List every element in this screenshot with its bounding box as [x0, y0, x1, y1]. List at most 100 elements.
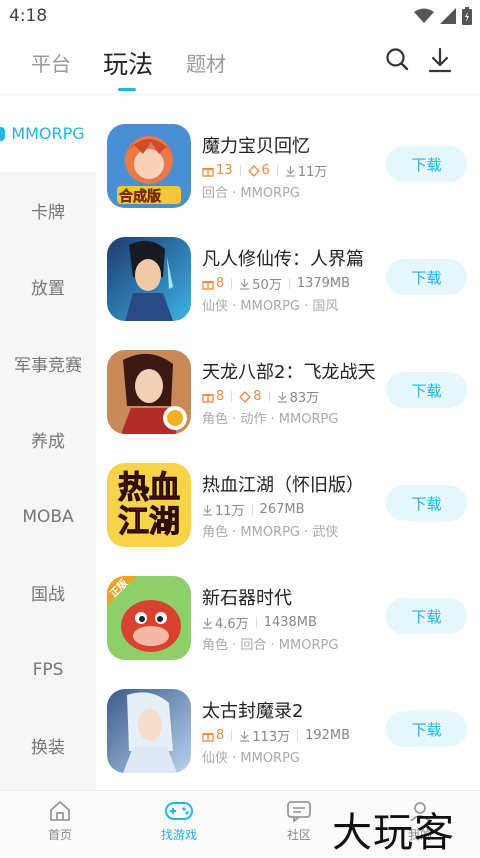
- chat-icon: [287, 801, 311, 823]
- game-tags: 仙侠 · MMORPG: [202, 751, 301, 766]
- game-cover: [107, 689, 191, 773]
- meta-divider: [239, 165, 241, 176]
- download-button[interactable]: 下载: [386, 146, 467, 182]
- game-title: 凡人修仙传：人界篇: [202, 249, 364, 270]
- file-size: 267MB: [259, 502, 305, 517]
- game-meta: 8 8 83万: [202, 387, 319, 406]
- nav-community[interactable]: 社区: [259, 799, 339, 843]
- watermark-logo: 大玩客: [332, 810, 455, 856]
- game-cover: [107, 237, 191, 321]
- download-count: 113万: [252, 730, 291, 745]
- game-meta: 8 50万 1379MB: [202, 274, 350, 293]
- download-button[interactable]: 下载: [386, 598, 467, 634]
- category-label: 换装: [31, 738, 65, 758]
- game-cover: 合成版: [107, 124, 191, 208]
- game-cover: 热血江湖: [107, 463, 191, 547]
- category-mmorpg[interactable]: MMORPG: [0, 95, 96, 172]
- gift-icon: [202, 732, 214, 742]
- download-count-icon: [203, 617, 212, 629]
- file-size: 1438MB: [263, 615, 317, 630]
- file-size: 192MB: [305, 728, 351, 743]
- gift-icon: [202, 280, 214, 290]
- meta-divider: [255, 617, 257, 628]
- game-meta: 4.6万 1438MB: [202, 613, 317, 632]
- game-row[interactable]: 热血江湖 热血江湖（怀旧版） 11万 267MB 角色 · MMORPG · 武…: [107, 463, 480, 559]
- gift-count: 8: [202, 276, 224, 291]
- category-dressup[interactable]: 换装: [0, 707, 96, 784]
- category-label: 养成: [31, 432, 65, 452]
- download-button[interactable]: 下载: [386, 485, 467, 521]
- download-count: 83万: [289, 391, 320, 406]
- category-label: FPS: [32, 659, 64, 680]
- coupon-icon: [247, 164, 260, 177]
- category-nation-war[interactable]: 国战: [0, 554, 96, 631]
- tab-platform[interactable]: 平台: [31, 48, 71, 77]
- meta-divider: [231, 730, 233, 741]
- category-military[interactable]: 军事竞赛: [0, 325, 96, 402]
- download-button[interactable]: 下载: [386, 372, 467, 408]
- wifi-icon: [414, 8, 434, 23]
- download-count-icon: [240, 730, 250, 742]
- top-nav: 平台 玩法 题材: [0, 32, 480, 95]
- coupon-count: 6: [247, 163, 270, 178]
- category-idle[interactable]: 放置: [0, 248, 96, 325]
- meta-divider: [251, 504, 253, 515]
- nav-label: 社区: [286, 828, 311, 842]
- game-cover: 正版: [107, 576, 191, 660]
- tab-indicator: [118, 88, 136, 91]
- tab-theme[interactable]: 题材: [186, 48, 226, 77]
- file-size: 1379MB: [296, 276, 351, 291]
- download-count: 4.6万: [215, 617, 249, 632]
- download-count-icon: [285, 165, 295, 177]
- game-title: 魔力宝贝回忆: [202, 136, 310, 157]
- meta-divider: [268, 391, 270, 402]
- tab-gameplay[interactable]: 玩法: [103, 45, 153, 81]
- search-icon[interactable]: [385, 47, 409, 71]
- category-label: 放置: [31, 279, 65, 299]
- game-row[interactable]: 合成版 魔力宝贝回忆 13 6 11万 回合 · MMORPG 下载: [107, 124, 480, 220]
- gamepad-icon: [165, 802, 193, 820]
- category-label: 军事竞赛: [14, 356, 82, 376]
- game-tags: 角色 · 回合 · MMORPG: [202, 638, 339, 653]
- meta-divider: [231, 278, 233, 289]
- meta-divider: [276, 165, 278, 176]
- status-time: 4:18: [9, 6, 48, 26]
- game-title: 天龙八部2：飞龙战天: [202, 362, 376, 383]
- battery-icon: [462, 7, 472, 25]
- download-count-icon: [277, 391, 287, 403]
- game-cover: [107, 350, 191, 434]
- download-count-icon: [203, 504, 212, 516]
- game-meta: 13 6 11万: [202, 161, 327, 180]
- game-tags: 角色 · 动作 · MMORPG: [202, 412, 339, 427]
- game-tags: 回合 · MMORPG: [202, 186, 301, 201]
- gift-icon: [202, 167, 214, 177]
- nav-home[interactable]: 首页: [20, 799, 100, 843]
- game-meta: 11万 267MB: [202, 500, 305, 519]
- nav-label: 首页: [47, 828, 72, 842]
- nav-label: 找游戏: [160, 828, 197, 842]
- category-fps[interactable]: FPS: [0, 631, 96, 708]
- game-title: 太古封魔录2: [202, 701, 304, 722]
- category-card[interactable]: 卡牌: [0, 172, 96, 249]
- gift-count: 8: [202, 728, 224, 743]
- game-tags: 仙侠 · MMORPG · 国风: [202, 299, 339, 314]
- download-count: 11万: [297, 165, 328, 180]
- category-label: 国战: [31, 585, 65, 605]
- game-row[interactable]: 天龙八部2：飞龙战天 8 8 83万 角色 · 动作 · MMORPG 下载: [107, 350, 480, 446]
- game-row[interactable]: 太古封魔录2 8 113万 192MB 仙侠 · MMORPG 下载: [107, 689, 480, 785]
- coupon-icon: [239, 390, 252, 403]
- game-row[interactable]: 正版 新石器时代 4.6万 1438MB 角色 · 回合 · MMORPG 下载: [107, 576, 480, 672]
- gift-icon: [202, 393, 214, 403]
- download-count: 11万: [215, 504, 245, 519]
- coupon-count: 8: [239, 389, 262, 404]
- download-count: 50万: [252, 278, 282, 293]
- nav-find-games[interactable]: 找游戏: [139, 799, 219, 843]
- game-row[interactable]: 凡人修仙传：人界篇 8 50万 1379MB 仙侠 · MMORPG · 国风 …: [107, 237, 480, 333]
- download-manager-icon[interactable]: [428, 47, 452, 73]
- signal-icon: [440, 8, 456, 24]
- download-button[interactable]: 下载: [386, 711, 467, 747]
- download-button[interactable]: 下载: [386, 259, 467, 295]
- meta-divider: [288, 278, 290, 289]
- category-moba[interactable]: MOBA: [0, 478, 96, 555]
- category-raising[interactable]: 养成: [0, 401, 96, 478]
